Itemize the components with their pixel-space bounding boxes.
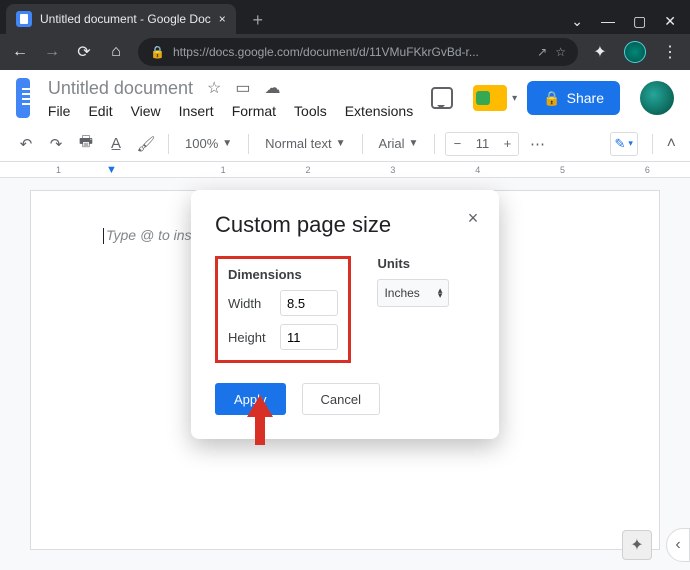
width-label: Width (228, 296, 272, 311)
maximize-button[interactable]: ▢ (633, 14, 646, 28)
star-icon[interactable]: ☆ (207, 78, 221, 98)
browser-menu-icon[interactable]: ⋮ (660, 42, 680, 62)
placeholder-text: Type @ to ins (103, 227, 192, 243)
address-bar[interactable]: 🔒 https://docs.google.com/document/d/11V… (138, 38, 578, 66)
lock-icon: 🔒 (150, 45, 165, 59)
dimensions-group: Dimensions Width Height (215, 256, 351, 363)
dimensions-heading: Dimensions (228, 267, 338, 282)
forward-button[interactable]: → (42, 43, 62, 61)
reload-button[interactable]: ⟳ (74, 42, 94, 62)
width-input[interactable] (280, 290, 338, 316)
bookmark-icon[interactable]: ☆ (555, 45, 566, 59)
browser-urlbar: ← → ⟳ ⌂ 🔒 https://docs.google.com/docume… (0, 34, 690, 70)
more-tools-icon[interactable]: ⋯ (525, 132, 549, 156)
menu-insert[interactable]: Insert (179, 103, 214, 119)
font-size-control: − 11 + (445, 132, 519, 156)
browser-titlebar: Untitled document - Google Doc × + ⌄ — ▢… (0, 0, 690, 34)
custom-page-size-dialog: Custom page size × Dimensions Width Heig… (191, 190, 499, 439)
close-window-button[interactable]: ✕ (664, 14, 676, 28)
docs-favicon (16, 11, 32, 27)
dialog-title: Custom page size (215, 212, 475, 238)
docs-logo[interactable] (16, 78, 30, 118)
account-avatar[interactable] (640, 81, 674, 115)
increase-font-button[interactable]: + (496, 136, 518, 151)
redo-icon[interactable]: ↷ (44, 132, 68, 156)
menu-view[interactable]: View (131, 103, 161, 119)
extension-badge[interactable] (624, 41, 646, 63)
style-selector[interactable]: Normal text▼ (259, 136, 351, 151)
minimize-button[interactable]: — (601, 14, 615, 28)
formatting-toolbar: ↶ ↷ 🖶 A̲ 🖌 100%▼ Normal text▼ Arial▼ − 1… (0, 126, 690, 162)
move-icon[interactable]: ▭ (235, 78, 250, 98)
tab-close-icon[interactable]: × (219, 12, 226, 26)
apply-button[interactable]: Apply (215, 383, 286, 415)
height-input[interactable] (280, 324, 338, 350)
tab-title: Untitled document - Google Doc (40, 12, 211, 26)
explore-button[interactable]: ✦ (622, 530, 652, 560)
units-select[interactable]: Inches ▴▾ (377, 279, 449, 307)
zoom-selector[interactable]: 100%▼ (179, 136, 238, 151)
menu-tools[interactable]: Tools (294, 103, 327, 119)
comments-icon[interactable] (431, 87, 453, 109)
share-button[interactable]: 🔒 Share (527, 81, 620, 115)
show-side-panel-button[interactable]: ‹ (666, 528, 690, 562)
new-tab-button[interactable]: + (244, 6, 272, 34)
print-icon[interactable]: 🖶 (74, 132, 98, 156)
docs-header: Untitled document ☆ ▭ ☁ File Edit View I… (0, 70, 690, 126)
paint-format-icon[interactable]: 🖌 (134, 132, 158, 156)
url-text: https://docs.google.com/document/d/11VMu… (173, 45, 479, 59)
extensions-icon[interactable]: ✦ (590, 42, 610, 62)
decrease-font-button[interactable]: − (446, 136, 468, 151)
cancel-button[interactable]: Cancel (302, 383, 380, 415)
home-button[interactable]: ⌂ (106, 43, 126, 61)
menu-bar: File Edit View Insert Format Tools Exten… (48, 99, 413, 119)
units-heading: Units (377, 256, 449, 271)
select-stepper-icon: ▴▾ (438, 288, 443, 299)
back-button[interactable]: ← (10, 43, 30, 61)
share-label: Share (567, 90, 604, 106)
cloud-status-icon[interactable]: ☁ (264, 78, 280, 98)
editing-mode-button[interactable]: ✎ ▾ (610, 132, 638, 156)
horizontal-ruler[interactable]: ▼ 1 1 2 3 4 5 6 (0, 162, 690, 178)
spellcheck-icon[interactable]: A̲ (104, 132, 128, 156)
close-dialog-button[interactable]: × (461, 206, 485, 230)
collapse-toolbar-icon[interactable]: ˄ (667, 135, 676, 153)
menu-edit[interactable]: Edit (88, 103, 112, 119)
units-group: Units Inches ▴▾ (377, 256, 449, 307)
document-title[interactable]: Untitled document (48, 78, 193, 99)
menu-extensions[interactable]: Extensions (345, 103, 413, 119)
font-selector[interactable]: Arial▼ (373, 136, 425, 151)
meet-button[interactable] (473, 85, 507, 111)
lock-icon: 🔒 (543, 90, 560, 107)
browser-tab[interactable]: Untitled document - Google Doc × (6, 4, 236, 34)
zoom-value: 100% (185, 136, 218, 151)
menu-format[interactable]: Format (232, 103, 276, 119)
units-value: Inches (384, 286, 419, 300)
undo-icon[interactable]: ↶ (14, 132, 38, 156)
height-label: Height (228, 330, 272, 345)
share-url-icon[interactable]: ↗ (537, 45, 547, 59)
font-value: Arial (379, 136, 405, 151)
font-size-value[interactable]: 11 (468, 136, 496, 151)
menu-file[interactable]: File (48, 103, 71, 119)
chevron-down-icon[interactable]: ⌄ (571, 14, 583, 28)
style-value: Normal text (265, 136, 331, 151)
